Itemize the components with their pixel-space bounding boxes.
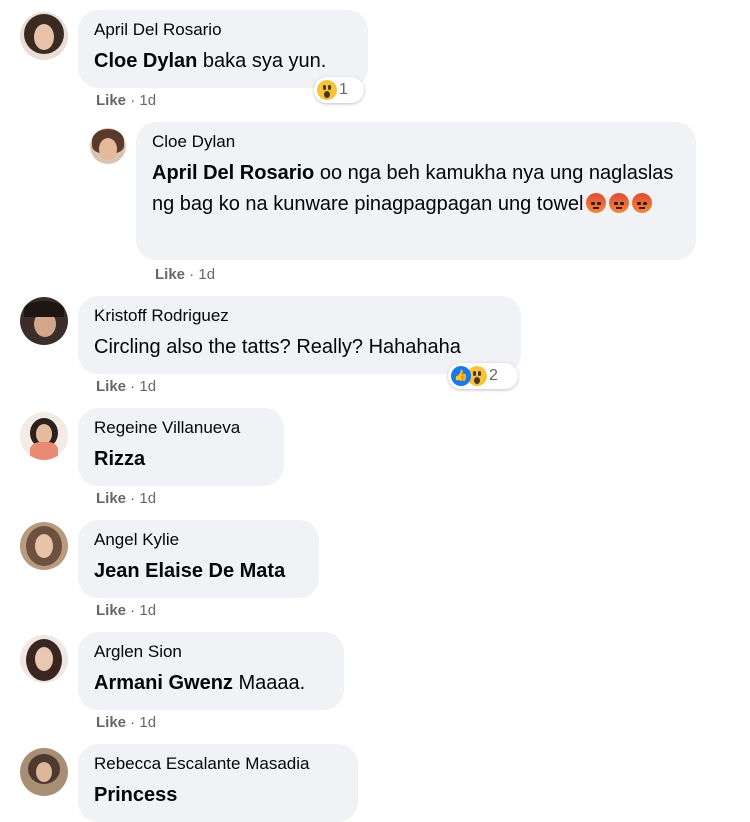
avatar[interactable] bbox=[20, 635, 68, 683]
avatar[interactable] bbox=[90, 128, 126, 164]
avatar[interactable] bbox=[20, 297, 68, 345]
comment-author[interactable]: Cloe Dylan bbox=[152, 132, 680, 152]
comment-text: Jean Elaise De Mata bbox=[94, 556, 303, 587]
mention-link[interactable]: April Del Rosario bbox=[152, 162, 314, 184]
comment-actions: Like · 1d bbox=[96, 92, 157, 109]
timestamp[interactable]: 1d bbox=[139, 602, 156, 619]
avatar[interactable] bbox=[20, 522, 68, 570]
timestamp[interactable]: 1d bbox=[139, 378, 156, 395]
comment-body: Maaaa. bbox=[232, 672, 306, 694]
comment-text: Rizza bbox=[94, 444, 268, 475]
like-reaction-icon: 👍 bbox=[451, 366, 471, 386]
comment-bubble: Arglen Sion Armani Gwenz Maaaa. bbox=[78, 632, 344, 710]
like-button[interactable]: Like bbox=[96, 378, 126, 395]
like-button[interactable]: Like bbox=[96, 92, 126, 109]
comment-bubble: Cloe Dylan April Del Rosario oo nga beh … bbox=[136, 122, 696, 260]
mention-link[interactable]: Princess bbox=[94, 784, 177, 806]
comment-body: Circling also the tatts? Really? Hahahah… bbox=[94, 336, 461, 358]
comment-author[interactable]: Rebecca Escalante Masadia bbox=[94, 754, 342, 774]
like-button[interactable]: Like bbox=[155, 266, 185, 283]
comment-text: Circling also the tatts? Really? Hahahah… bbox=[94, 332, 505, 363]
like-button[interactable]: Like bbox=[96, 602, 126, 619]
timestamp[interactable]: 1d bbox=[139, 92, 156, 109]
comment-actions: Like · 1d bbox=[96, 490, 157, 507]
wow-reaction-icon bbox=[317, 80, 337, 100]
comment-bubble: Rebecca Escalante Masadia Princess bbox=[78, 744, 358, 822]
angry-emoji-icon bbox=[632, 193, 653, 213]
comment-author[interactable]: Angel Kylie bbox=[94, 530, 303, 550]
mention-link[interactable]: Rizza bbox=[94, 448, 145, 470]
like-button[interactable]: Like bbox=[96, 714, 126, 731]
mention-link[interactable]: Jean Elaise De Mata bbox=[94, 560, 285, 582]
timestamp[interactable]: 1d bbox=[198, 266, 215, 283]
reaction-count: 2 bbox=[489, 367, 498, 384]
comment-bubble: Regeine Villanueva Rizza bbox=[78, 408, 284, 486]
avatar[interactable] bbox=[20, 12, 68, 60]
reaction-summary[interactable]: 👍 2 bbox=[448, 363, 518, 389]
avatar[interactable] bbox=[20, 748, 68, 796]
comment-text: Cloe Dylan baka sya yun. bbox=[94, 46, 352, 77]
reaction-count: 1 bbox=[339, 81, 348, 98]
comment-body: baka sya yun. bbox=[197, 50, 327, 72]
angry-emoji-icon bbox=[609, 193, 630, 213]
avatar[interactable] bbox=[20, 412, 68, 460]
comment-actions: Like · 1d bbox=[96, 378, 157, 395]
comment-text: April Del Rosario oo nga beh kamukha nya… bbox=[152, 158, 680, 220]
mention-link[interactable]: Cloe Dylan bbox=[94, 50, 197, 72]
comment-author[interactable]: April Del Rosario bbox=[94, 20, 352, 40]
mention-link[interactable]: Armani Gwenz bbox=[94, 672, 233, 694]
comment-author[interactable]: Arglen Sion bbox=[94, 642, 328, 662]
comment-text: Armani Gwenz Maaaa. bbox=[94, 668, 328, 699]
timestamp[interactable]: 1d bbox=[139, 490, 156, 507]
reaction-summary[interactable]: 1 bbox=[314, 77, 364, 103]
comment-bubble: Angel Kylie Jean Elaise De Mata bbox=[78, 520, 319, 598]
timestamp[interactable]: 1d bbox=[139, 714, 156, 731]
angry-emoji-icon bbox=[586, 193, 607, 213]
comment-actions: Like · 1d bbox=[96, 602, 157, 619]
like-button[interactable]: Like bbox=[96, 490, 126, 507]
comment-author[interactable]: Kristoff Rodriguez bbox=[94, 306, 505, 326]
comment-text: Princess bbox=[94, 780, 342, 811]
comment-author[interactable]: Regeine Villanueva bbox=[94, 418, 268, 438]
comment-bubble: Kristoff Rodriguez Circling also the tat… bbox=[78, 296, 521, 374]
comment-actions: Like · 1d bbox=[155, 266, 216, 283]
comment-actions: Like · 1d bbox=[96, 714, 157, 731]
